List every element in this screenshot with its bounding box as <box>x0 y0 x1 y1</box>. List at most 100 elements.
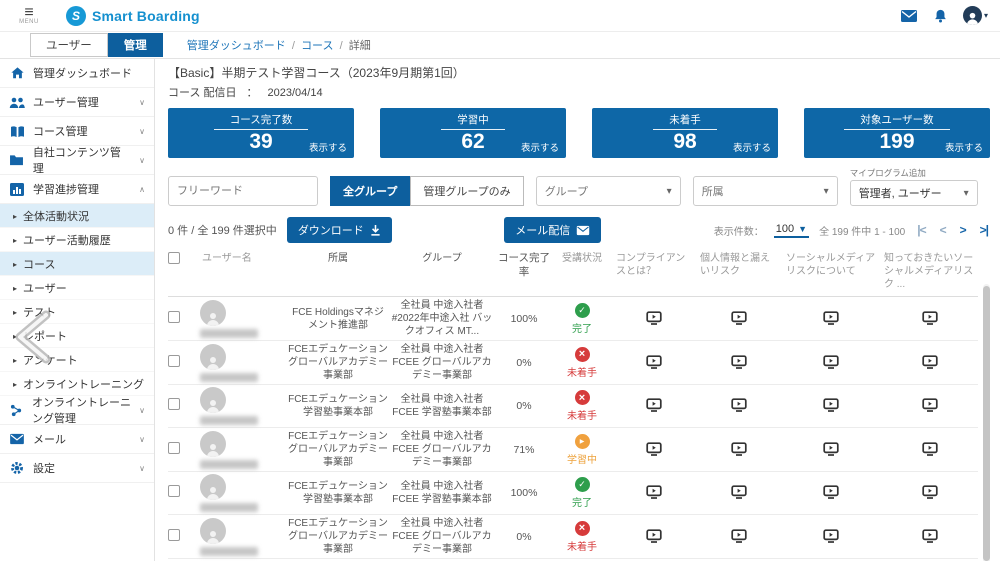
show-button[interactable]: 表示する <box>521 140 559 154</box>
stat-card-value: 199 <box>879 130 915 153</box>
sidebar-item-label: 設定 <box>33 463 55 475</box>
keyword-input[interactable] <box>168 176 318 206</box>
course-status-cell <box>696 485 782 501</box>
sidebar-collapse-icon[interactable] <box>6 309 58 370</box>
brand-logo[interactable]: S Smart Boarding <box>66 5 200 26</box>
sidebar-item-settings[interactable]: 設定 <box>0 454 154 483</box>
attendance-status-cell: 完了 <box>552 477 612 509</box>
account-menu[interactable]: ▾ <box>962 6 988 25</box>
select-all-checkbox[interactable] <box>168 252 180 264</box>
sidebar-item-label: 学習進捗管理 <box>33 184 99 196</box>
sidebar-subitem[interactable]: ユーザー活動履歴 <box>0 228 154 252</box>
table-header: ユーザー名 所属 グループ コース完了率 受講状況 コンプライアンスとは？ 個人… <box>168 252 978 297</box>
sidebar-item-own-content[interactable]: 自社コンテンツ管理 <box>0 146 154 175</box>
user-cell <box>192 387 288 425</box>
next-page-icon[interactable]: > <box>958 223 968 237</box>
col-group[interactable]: グループ <box>388 252 496 265</box>
row-checkbox[interactable] <box>168 528 180 541</box>
video-monitor-icon <box>922 441 938 456</box>
download-button[interactable]: ダウンロード <box>286 217 392 243</box>
course-status-cell <box>880 485 980 501</box>
col-department[interactable]: 所属 <box>288 252 388 265</box>
video-monitor-icon <box>731 354 747 369</box>
breadcrumb-link[interactable]: 管理ダッシュボード <box>187 40 301 52</box>
sidebar-subitem[interactable]: コース <box>0 252 154 276</box>
table-scrollbar[interactable] <box>983 284 990 561</box>
row-checkbox[interactable] <box>168 485 180 497</box>
course-status-cell <box>880 441 980 458</box>
row-checkbox[interactable] <box>168 354 180 367</box>
sidebar-subitem[interactable]: ユーザー <box>0 276 154 300</box>
user-name-redacted <box>200 459 258 469</box>
col-completion-rate[interactable]: コース完了率 <box>496 252 552 279</box>
sidebar-item-learning-progress[interactable]: 学習進捗管理 <box>0 175 154 204</box>
bell-icon[interactable] <box>933 8 948 24</box>
course-status-cell <box>880 310 980 327</box>
mail-icon[interactable] <box>900 9 918 23</box>
sidebar-subitem[interactable]: 全体活動状況 <box>0 204 154 228</box>
course-delivery-date: コース 配信日 ： 2023/04/14 <box>168 84 990 100</box>
table-row: FCE Holdingsマネジメント推進部 全社員 中途入社者 #2022年中途… <box>168 297 978 341</box>
row-checkbox[interactable] <box>168 398 180 410</box>
group-cell: 全社員 中途入社者 FCEE グローバルアカデミー事業部 <box>392 518 492 555</box>
col-username[interactable]: ユーザー名 <box>192 252 288 265</box>
tab-strip: ユーザー管理 管理ダッシュボードコース詳細 <box>0 32 1000 59</box>
sidebar-item-dashboard[interactable]: 管理ダッシュボード <box>0 59 154 88</box>
download-icon <box>371 224 380 236</box>
mail-icon <box>9 433 25 445</box>
prev-page-icon[interactable]: < <box>938 223 948 237</box>
table-row: FCEエデュケーション学習塾事業本部 全社員 中途入社者 FCEE 学習塾事業本… <box>168 472 978 515</box>
attendance-status-cell: 未着手 <box>552 520 612 553</box>
first-page-icon[interactable]: |< <box>915 223 927 237</box>
row-checkbox[interactable] <box>168 310 180 323</box>
sidebar-subitem[interactable]: オンライントレーニング <box>0 372 154 396</box>
department-cell: FCE Holdingsマネジメント推進部 <box>292 306 384 331</box>
breadcrumb-link[interactable]: 詳細 <box>349 40 371 52</box>
sidebar-item-online-training-management[interactable]: オンライントレーニング管理 <box>0 396 154 425</box>
sidebar-item-mail[interactable]: メール <box>0 425 154 454</box>
managed-groups-button[interactable]: 管理グループのみ <box>410 176 524 206</box>
col-course-2[interactable]: 個人情報と漏えいリスク <box>696 252 782 278</box>
last-page-icon[interactable]: >| <box>978 223 990 237</box>
workspace-tab[interactable]: ユーザー <box>30 33 108 57</box>
department-cell: FCEエデュケーショングローバルアカデミー事業部 <box>288 344 388 381</box>
scrollbar-thumb[interactable] <box>983 286 990 561</box>
show-button[interactable]: 表示する <box>945 140 983 154</box>
course-status-cell <box>782 441 880 458</box>
menu-button[interactable]: ≡ MENU <box>12 4 46 25</box>
per-page-select[interactable]: 100 ▼ <box>773 222 810 238</box>
user-cell <box>192 474 288 512</box>
col-course-1[interactable]: コンプライアンスとは？ <box>612 252 696 278</box>
sidebar-item-label: 自社コンテンツ管理 <box>32 147 121 175</box>
col-attendance-status[interactable]: 受講状況 <box>552 252 612 265</box>
online-training-icon <box>9 404 24 417</box>
chevron-down-icon <box>139 464 145 473</box>
course-status-cell <box>696 310 782 327</box>
video-monitor-icon <box>922 354 938 369</box>
sidebar-subitem-label: ユーザー <box>23 282 67 295</box>
stat-card: 対象ユーザー数 199 表示する <box>804 108 990 158</box>
course-cells <box>612 354 980 371</box>
myprogram-select[interactable]: 管理者, ユーザー <box>849 180 978 206</box>
status-badge: 学習中 <box>567 433 597 466</box>
video-monitor-icon <box>646 485 662 499</box>
col-course-3[interactable]: ソーシャルメディアリスクについて <box>782 252 880 278</box>
col-course-4[interactable]: 知っておきたいソーシャルメディアリスク ... <box>880 252 980 291</box>
sidebar-item-user-management[interactable]: ユーザー管理 <box>0 88 154 117</box>
breadcrumb-link[interactable]: コース <box>301 40 349 52</box>
row-checkbox[interactable] <box>168 441 180 454</box>
show-button[interactable]: 表示する <box>733 140 771 154</box>
per-page-value: 100 <box>775 222 795 235</box>
course-status-cell <box>880 354 980 371</box>
sidebar-item-label: メール <box>33 434 66 446</box>
sidebar-item-course-management[interactable]: コース管理 <box>0 117 154 146</box>
department-select[interactable]: 所属 <box>692 176 838 206</box>
status-badge: 未着手 <box>567 520 597 553</box>
group-select[interactable]: グループ <box>535 176 681 206</box>
show-button[interactable]: 表示する <box>309 140 347 154</box>
send-mail-button[interactable]: メール配信 <box>504 217 602 243</box>
sidebar-item-label: オンライントレーニング管理 <box>32 397 131 425</box>
course-status-cell <box>696 398 782 414</box>
workspace-tab[interactable]: 管理 <box>107 33 163 57</box>
all-groups-button[interactable]: 全グループ <box>330 176 411 206</box>
